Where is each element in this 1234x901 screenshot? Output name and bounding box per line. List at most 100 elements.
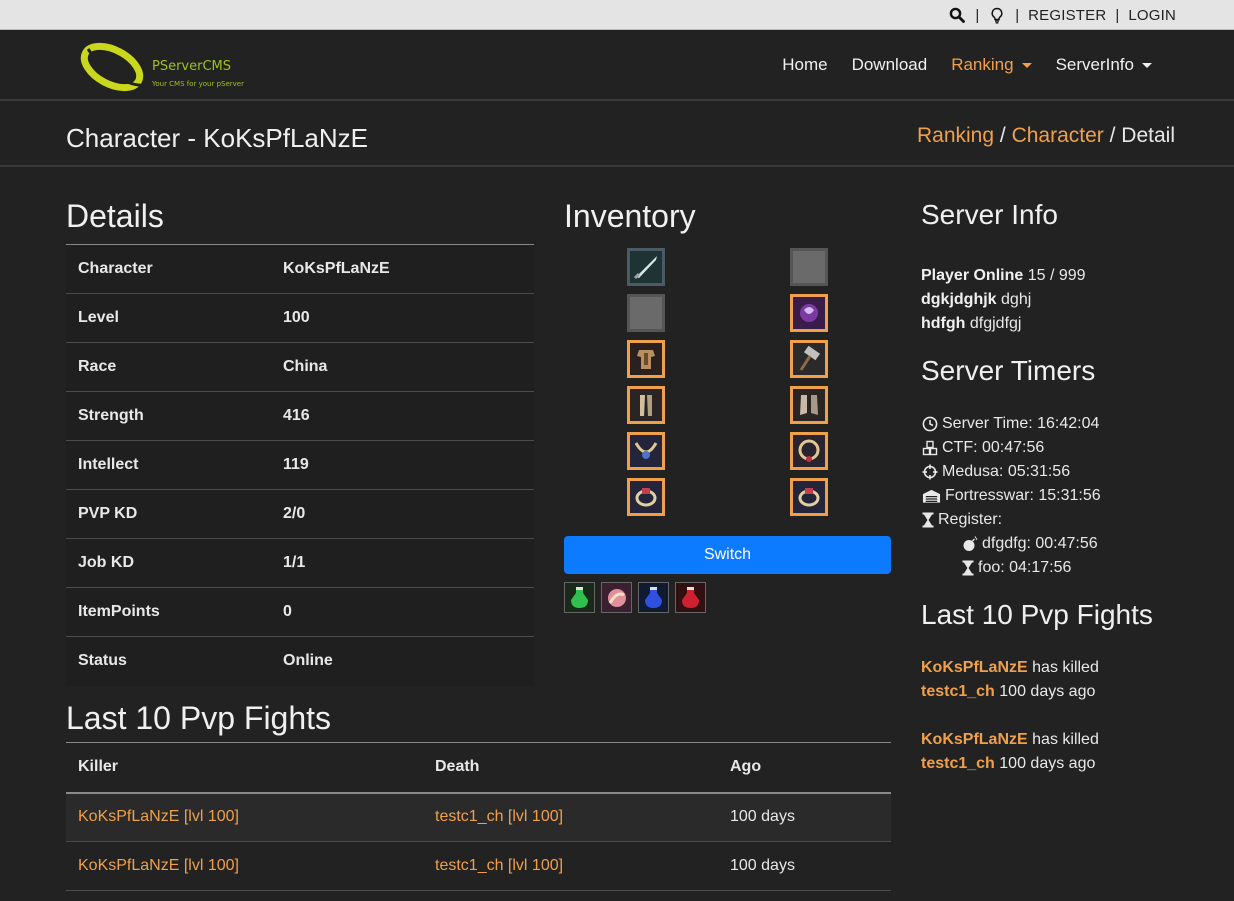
pvp-fight-item: KoKsPfLaNzE has killed testc1_ch 100 day… bbox=[921, 728, 1181, 776]
bomb-icon bbox=[961, 536, 978, 553]
pvp-table: Killer Death Ago KoKsPfLaNzE [lvl 100] t… bbox=[66, 742, 891, 891]
death-link[interactable]: testc1_ch [lvl 100] bbox=[435, 808, 563, 825]
detail-value: China bbox=[275, 342, 534, 392]
cubes-icon bbox=[921, 440, 938, 457]
timer-text: Register: bbox=[938, 511, 1003, 528]
empty-slot[interactable] bbox=[627, 294, 665, 332]
victim-link[interactable]: testc1_ch bbox=[921, 752, 995, 776]
timer-ctf: CTF: 00:47:56 bbox=[921, 436, 1181, 460]
scroll-icon[interactable] bbox=[601, 582, 632, 613]
pvp-fight-line: testc1_ch 100 days ago bbox=[921, 752, 1181, 776]
nav-home[interactable]: Home bbox=[782, 55, 827, 75]
nav-download-label: Download bbox=[851, 55, 928, 74]
necklace-icon[interactable] bbox=[627, 432, 665, 470]
table-row: KoKsPfLaNzE [lvl 100] testc1_ch [lvl 100… bbox=[66, 841, 891, 891]
ago-cell: 100 days bbox=[718, 792, 891, 842]
timer-text: Server Time: 16:42:04 bbox=[942, 415, 1100, 432]
kill-verb: has killed bbox=[1032, 731, 1099, 748]
killer-link[interactable]: KoKsPfLaNzE bbox=[921, 728, 1028, 752]
pvp-fight-line: KoKsPfLaNzE has killed bbox=[921, 728, 1181, 752]
brand-tagline: Your CMS for your pServer bbox=[152, 80, 244, 88]
chest-armor-icon[interactable] bbox=[627, 340, 665, 378]
blue-potion-icon[interactable] bbox=[638, 582, 669, 613]
earring-icon[interactable] bbox=[790, 432, 828, 470]
detail-value: 0 bbox=[275, 587, 534, 637]
column-header-death: Death bbox=[423, 742, 718, 794]
pvp-fight-line: KoKsPfLaNzE has killed bbox=[921, 656, 1181, 680]
table-row: PVP KD 2/0 bbox=[66, 489, 534, 539]
killer-cell: KoKsPfLaNzE [lvl 100] bbox=[66, 841, 423, 891]
breadcrumb-character[interactable]: Character bbox=[1012, 124, 1104, 147]
sidebar: Server Info Player Online 15 / 999 dgkjd… bbox=[921, 198, 1181, 776]
separator: | bbox=[1115, 6, 1120, 24]
player-online-value: 15 / 999 bbox=[1027, 267, 1086, 284]
shield-icon[interactable] bbox=[790, 294, 828, 332]
lightbulb-icon[interactable] bbox=[988, 6, 1006, 24]
nav-serverinfo[interactable]: ServerInfo bbox=[1056, 55, 1152, 75]
register-link[interactable]: REGISTER bbox=[1028, 7, 1106, 24]
hammer-icon[interactable] bbox=[790, 340, 828, 378]
detail-value: 1/1 bbox=[275, 538, 534, 588]
victim-link[interactable]: testc1_ch bbox=[921, 680, 995, 704]
server-info-label: dgkjdghjk bbox=[921, 291, 997, 308]
server-info-line: hdfgh dfgjdfgj bbox=[921, 312, 1181, 336]
details-heading: Details bbox=[66, 198, 164, 234]
timer-medusa: Medusa: 05:31:56 bbox=[921, 460, 1181, 484]
legs-armor-icon[interactable] bbox=[627, 386, 665, 424]
killer-link[interactable]: KoKsPfLaNzE [lvl 100] bbox=[78, 857, 239, 874]
killer-link[interactable]: KoKsPfLaNzE bbox=[921, 656, 1028, 680]
detail-label: Strength bbox=[66, 391, 275, 441]
empty-slot[interactable] bbox=[790, 248, 828, 286]
kill-ago: 100 days ago bbox=[999, 755, 1096, 772]
green-potion-icon[interactable] bbox=[564, 582, 595, 613]
timer-server-time: Server Time: 16:42:04 bbox=[921, 412, 1181, 436]
column-header-killer: Killer bbox=[66, 742, 423, 794]
nav-ranking-label: Ranking bbox=[951, 55, 1014, 74]
inventory-heading: Inventory bbox=[564, 198, 696, 234]
server-info-value: dfgjdfgj bbox=[969, 315, 1022, 332]
detail-value: 119 bbox=[275, 440, 534, 490]
red-potion-icon[interactable] bbox=[675, 582, 706, 613]
nav-ranking[interactable]: Ranking bbox=[951, 55, 1032, 75]
side-pvp-heading: Last 10 Pvp Fights bbox=[921, 599, 1153, 630]
nav-download[interactable]: Download bbox=[852, 55, 928, 75]
breadcrumb-ranking[interactable]: Ranking bbox=[917, 124, 994, 147]
nav-home-label: Home bbox=[782, 55, 828, 74]
chevron-down-icon bbox=[1142, 62, 1152, 68]
detail-label: Level bbox=[66, 293, 275, 343]
chevron-down-icon bbox=[1021, 62, 1032, 68]
detail-label: PVP KD bbox=[66, 489, 275, 539]
detail-label: Race bbox=[66, 342, 275, 392]
player-online-line: Player Online 15 / 999 bbox=[921, 264, 1181, 288]
pvp-fight-item: KoKsPfLaNzE has killed testc1_ch 100 day… bbox=[921, 656, 1181, 704]
boots-icon[interactable] bbox=[790, 386, 828, 424]
top-bar-links: | | REGISTER | LOGIN bbox=[948, 0, 1176, 30]
login-link[interactable]: LOGIN bbox=[1128, 7, 1176, 24]
search-icon[interactable] bbox=[948, 6, 966, 24]
timer-sub-item: dfgdfg: 00:47:56 bbox=[921, 532, 1181, 556]
server-info-value: dghj bbox=[1001, 291, 1032, 308]
detail-value: KoKsPfLaNzE bbox=[275, 244, 534, 294]
timer-text: Fortresswar: 15:31:56 bbox=[945, 487, 1101, 504]
brand-logo[interactable]: PServerCMS Your CMS for your pServer bbox=[80, 39, 250, 95]
timer-fortresswar: Fortresswar: 15:31:56 bbox=[921, 484, 1181, 508]
table-row: ItemPoints 0 bbox=[66, 587, 534, 637]
ring-icon[interactable] bbox=[790, 478, 828, 516]
breadcrumb-separator: / bbox=[1109, 124, 1116, 147]
ring-icon[interactable] bbox=[627, 478, 665, 516]
breadcrumb-separator: / bbox=[999, 124, 1006, 147]
column-header-ago: Ago bbox=[718, 742, 891, 794]
navbar: PServerCMS Your CMS for your pServer Hom… bbox=[0, 31, 1234, 101]
death-cell: testc1_ch [lvl 100] bbox=[423, 841, 718, 891]
warehouse-icon bbox=[921, 488, 941, 505]
table-header-row: Killer Death Ago bbox=[66, 742, 891, 794]
killer-link[interactable]: KoKsPfLaNzE [lvl 100] bbox=[78, 808, 239, 825]
switch-button[interactable]: Switch bbox=[564, 536, 891, 574]
player-online-label: Player Online bbox=[921, 267, 1024, 284]
sword-icon[interactable] bbox=[627, 248, 665, 286]
table-row: KoKsPfLaNzE [lvl 100] testc1_ch [lvl 100… bbox=[66, 792, 891, 842]
potion-bar bbox=[564, 582, 706, 613]
table-row: Level 100 bbox=[66, 293, 534, 343]
death-link[interactable]: testc1_ch [lvl 100] bbox=[435, 857, 563, 874]
separator: | bbox=[1015, 6, 1020, 24]
